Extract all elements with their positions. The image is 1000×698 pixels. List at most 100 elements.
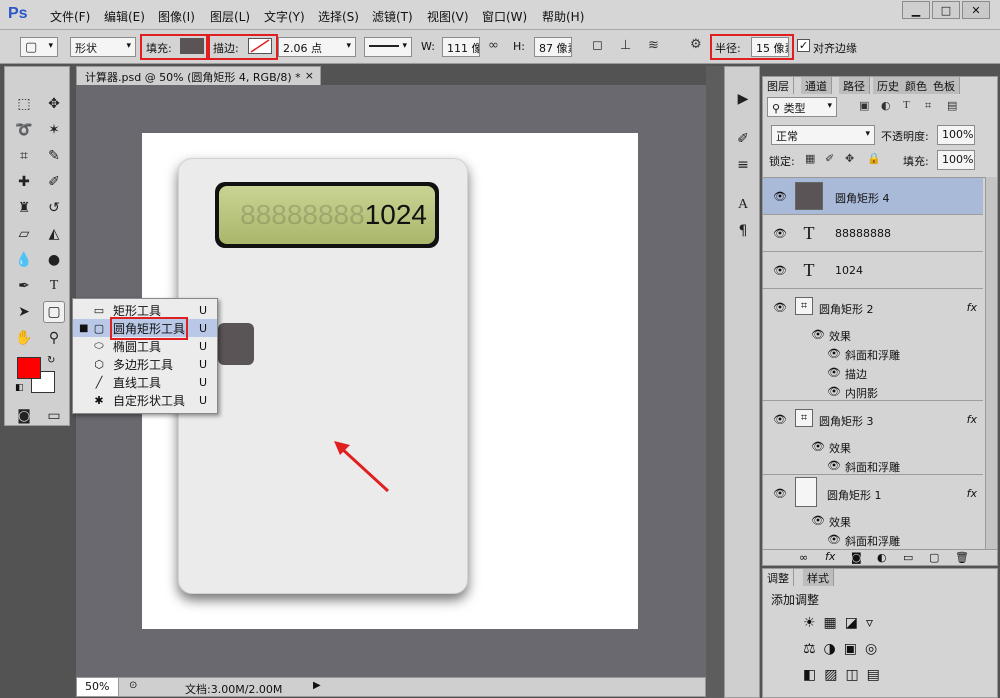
filter-shape-icon[interactable]: ⌗: [925, 99, 931, 113]
character-icon[interactable]: A: [733, 197, 753, 217]
play-icon[interactable]: ▶: [733, 91, 753, 111]
tab-channels[interactable]: 通道: [801, 77, 832, 94]
lock-position-icon[interactable]: ✥: [845, 152, 854, 165]
link-icon[interactable]: ∞: [488, 38, 499, 53]
menu-type[interactable]: 文字(Y): [264, 8, 305, 25]
brush-tool[interactable]: ✐: [43, 171, 65, 193]
filter-adjust-icon[interactable]: ◐: [881, 99, 891, 112]
eye-icon[interactable]: 👁: [773, 301, 787, 314]
healing-brush-tool[interactable]: ✚: [13, 171, 35, 193]
eye-icon[interactable]: 👁: [827, 459, 841, 472]
tab-history[interactable]: 历史: [873, 77, 904, 94]
tab-layers[interactable]: 图层: [763, 77, 794, 94]
tool-preset-picker[interactable]: ▢ ▾: [20, 37, 58, 57]
fill-swatch[interactable]: [180, 38, 204, 54]
stroke-width-field[interactable]: 2.06 点 ▾: [278, 37, 356, 57]
paragraph-icon[interactable]: ¶: [733, 223, 753, 243]
menu-select[interactable]: 选择(S): [318, 8, 359, 25]
new-layer-icon[interactable]: ▢: [929, 551, 939, 564]
close-button[interactable]: ✕: [962, 1, 990, 19]
eye-icon[interactable]: 👁: [827, 366, 841, 379]
tab-adjustments[interactable]: 调整: [763, 569, 794, 586]
brush-presets-icon[interactable]: ✐: [733, 131, 753, 151]
status-menu-icon[interactable]: ⊙: [129, 680, 137, 691]
maximize-button[interactable]: □: [932, 1, 960, 19]
layer-row[interactable]: 👁 T 88888888: [763, 215, 983, 252]
eraser-tool[interactable]: ▱: [13, 223, 35, 245]
dodge-tool[interactable]: ●: [43, 249, 65, 271]
play-icon[interactable]: ▶: [313, 680, 321, 691]
filter-smart-icon[interactable]: ▤: [947, 99, 957, 112]
crop-tool[interactable]: ⌗: [13, 145, 35, 167]
stroke-type-select[interactable]: ▾: [364, 37, 412, 57]
flyout-item-ellipse[interactable]: ⬭ 椭圆工具 U: [73, 337, 217, 355]
zoom-field[interactable]: 50%: [77, 678, 119, 696]
lock-pixels-icon[interactable]: ✐: [825, 152, 834, 165]
tab-color[interactable]: 颜色: [901, 77, 932, 94]
filter-pixel-icon[interactable]: ▣: [859, 99, 869, 112]
layer-filter-select[interactable]: ⚲ 类型 ▾: [767, 97, 837, 117]
zoom-tool[interactable]: ⚲: [43, 327, 65, 349]
document-tab[interactable]: 计算器.psd @ 50% (圆角矩形 4, RGB/8) * ×: [76, 66, 321, 85]
marquee-tool[interactable]: ⬚: [13, 93, 35, 115]
layer-row[interactable]: 👁 ⌗ 圆角矩形 3 fx 👁 效果 👁 斜面和浮雕: [763, 401, 983, 475]
layer-row[interactable]: 👁 T 1024: [763, 252, 983, 289]
menu-edit[interactable]: 编辑(E): [104, 8, 145, 25]
eye-icon[interactable]: 👁: [827, 347, 841, 360]
eye-icon[interactable]: 👁: [773, 413, 787, 426]
adjustment-icon[interactable]: ◐: [877, 551, 887, 564]
folder-icon[interactable]: ▭: [903, 551, 913, 564]
path-selection-tool[interactable]: ➤: [13, 301, 35, 323]
swap-colors-icon[interactable]: ↻: [47, 355, 55, 366]
eye-icon[interactable]: 👁: [827, 533, 841, 546]
fx-icon[interactable]: fx: [825, 550, 835, 563]
adjustment-icons-row[interactable]: ◧▨◫▤: [803, 667, 888, 683]
menu-file[interactable]: 文件(F): [50, 8, 90, 25]
close-icon[interactable]: ×: [305, 69, 314, 82]
radius-field[interactable]: 15 像素: [751, 37, 789, 57]
fill-field[interactable]: 100%: [937, 150, 975, 170]
flyout-item-polygon[interactable]: ⬡ 多边形工具 U: [73, 355, 217, 373]
eye-icon[interactable]: 👁: [811, 440, 825, 453]
screen-mode-icon[interactable]: ▭: [43, 405, 65, 427]
menu-window[interactable]: 窗口(W): [482, 8, 527, 25]
width-field[interactable]: 111 像素: [442, 37, 480, 57]
trash-icon[interactable]: 🗑: [955, 551, 969, 564]
layers-scrollbar[interactable]: [985, 177, 997, 549]
eye-icon[interactable]: 👁: [811, 328, 825, 341]
type-tool[interactable]: T: [43, 275, 65, 297]
fx-badge[interactable]: fx: [967, 413, 977, 426]
flyout-item-custom-shape[interactable]: ✱ 自定形状工具 U: [73, 391, 217, 409]
sliders-icon[interactable]: ≡: [733, 157, 753, 177]
tab-swatches[interactable]: 色板: [929, 77, 960, 94]
menu-help[interactable]: 帮助(H): [542, 8, 584, 25]
menu-filter[interactable]: 滤镜(T): [372, 8, 413, 25]
stroke-swatch[interactable]: [248, 38, 272, 54]
fx-badge[interactable]: fx: [967, 487, 977, 500]
hand-tool[interactable]: ✋: [13, 327, 35, 349]
menu-image[interactable]: 图像(I): [158, 8, 195, 25]
path-operations-icon[interactable]: ◻: [592, 38, 603, 53]
magic-wand-tool[interactable]: ✶: [43, 119, 65, 141]
align-edges-checkbox[interactable]: ✓: [797, 39, 810, 52]
menu-view[interactable]: 视图(V): [427, 8, 469, 25]
fx-badge[interactable]: fx: [967, 301, 977, 314]
default-colors-icon[interactable]: ◧: [15, 383, 24, 393]
eye-icon[interactable]: 👁: [827, 385, 841, 398]
tab-paths[interactable]: 路径: [839, 77, 870, 94]
foreground-color[interactable]: [17, 357, 41, 379]
pen-tool[interactable]: ✒: [13, 275, 35, 297]
eye-icon[interactable]: 👁: [773, 190, 787, 203]
layer-row[interactable]: 👁 ⌗ 圆角矩形 2 fx 👁 效果 👁 斜面和浮雕 👁 描边 👁 内阴影: [763, 289, 983, 401]
eye-icon[interactable]: 👁: [773, 264, 787, 277]
path-alignment-icon[interactable]: ⊥: [620, 38, 631, 53]
adjustment-icons-row[interactable]: ⚖◑▣◎: [803, 641, 885, 657]
flyout-item-rounded-rectangle[interactable]: ■ ▢ 圆角矩形工具 U: [73, 316, 217, 340]
lock-transparent-icon[interactable]: ▦: [805, 152, 815, 165]
height-field[interactable]: 87 像素: [534, 37, 572, 57]
clone-stamp-tool[interactable]: ♜: [13, 197, 35, 219]
history-brush-tool[interactable]: ↺: [43, 197, 65, 219]
adjustment-icons-row[interactable]: ☀▦◪▿: [803, 615, 881, 631]
move-tool[interactable]: ✥: [43, 93, 65, 115]
opacity-field[interactable]: 100%: [937, 125, 975, 145]
